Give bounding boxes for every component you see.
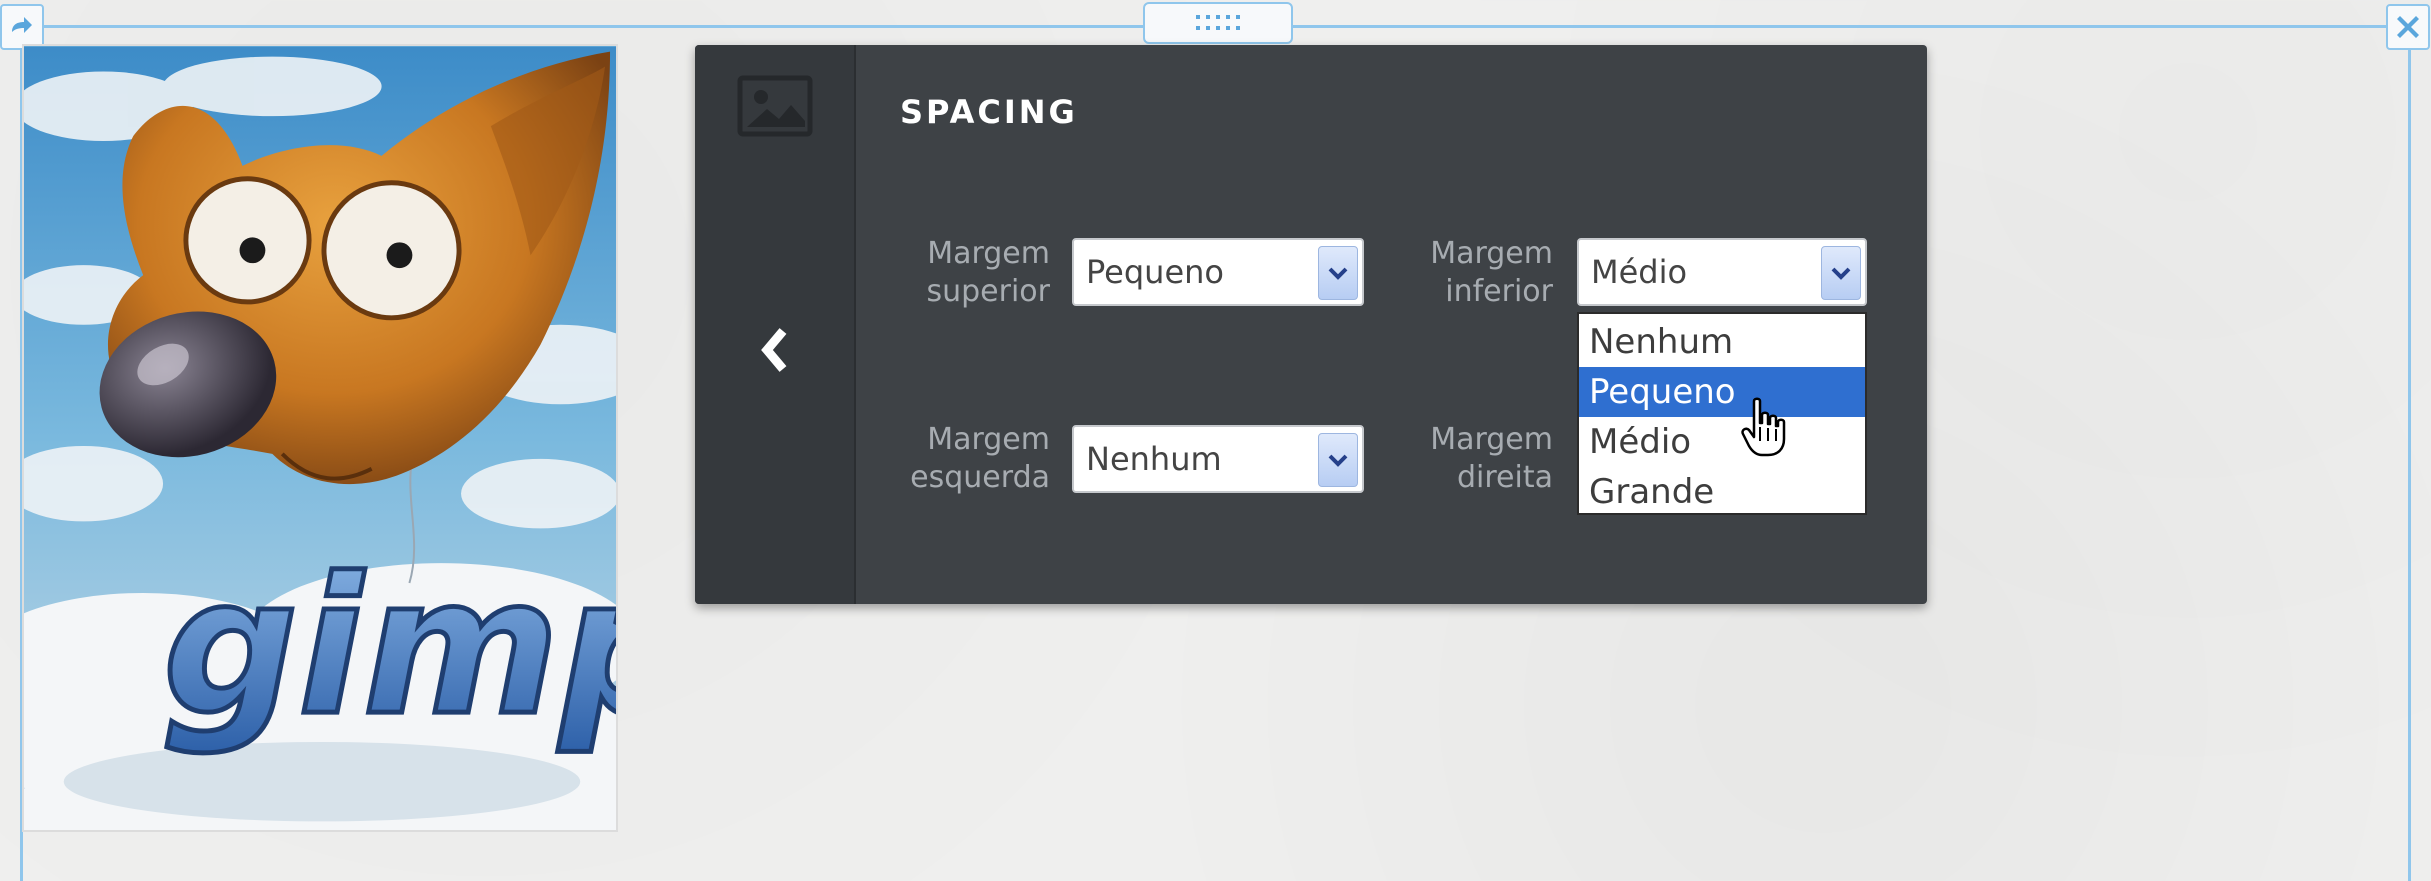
gimp-artwork: gimp [24,46,616,830]
hand-pointer-icon [1741,397,1786,457]
image-thumbnail[interactable]: gimp [22,44,618,832]
chevron-left-icon[interactable] [757,325,791,375]
dropdown-option-medio[interactable]: Médio [1579,417,1865,467]
dropdown-option-nenhum[interactable]: Nenhum [1579,317,1865,367]
left-margin-select[interactable]: Nenhum [1072,425,1364,493]
chevron-down-icon [1318,433,1358,487]
panel-title: SPACING [900,93,1078,131]
left-margin-value: Nenhum [1086,440,1222,478]
drag-handle[interactable] [1143,2,1293,44]
right-margin-label: Margem direita [1430,422,1553,495]
bottom-margin-value: Médio [1591,253,1688,291]
left-margin-label: Margem esquerda [910,422,1050,495]
gimp-logo-text: gimp [163,537,616,757]
top-margin-label: Margem superior [926,236,1050,309]
remove-handle[interactable] [2386,4,2430,50]
spacing-panel: SPACING Margem superior Pequeno Margem i… [695,45,1927,604]
bottom-margin-label: Margem inferior [1430,236,1553,309]
top-margin-value: Pequeno [1086,253,1224,291]
dropdown-option-grande[interactable]: Grande [1579,467,1865,517]
chevron-down-icon [1318,246,1358,300]
panel-sidebar [695,45,856,604]
dropdown-option-pequeno[interactable]: Pequeno [1579,367,1865,417]
drag-dots-icon [1196,15,1240,30]
bottom-margin-select[interactable]: Médio [1577,238,1867,306]
chevron-down-icon [1821,246,1861,300]
bottom-margin-dropdown-list: Nenhum Pequeno Médio Grande [1577,312,1867,515]
close-icon [2397,16,2419,38]
image-icon [737,75,813,137]
top-margin-select[interactable]: Pequeno [1072,238,1364,306]
arrow-icon [12,17,32,33]
